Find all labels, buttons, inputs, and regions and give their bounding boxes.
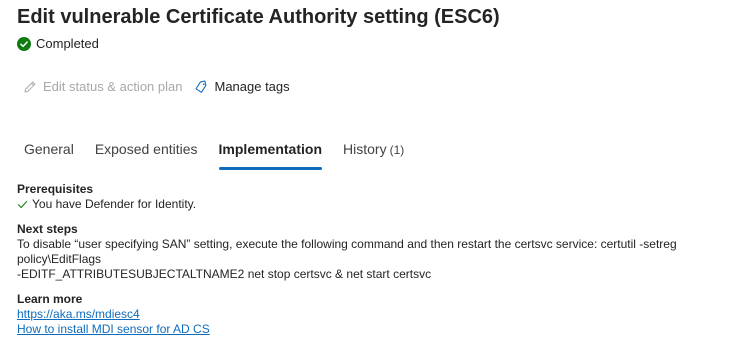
edit-status-button[interactable]: Edit status & action plan	[23, 79, 182, 94]
prerequisites-section: Prerequisites You have Defender for Iden…	[17, 182, 742, 212]
tag-icon	[195, 79, 207, 93]
tab-implementation[interactable]: Implementation	[218, 141, 323, 170]
learn-more-title: Learn more	[17, 292, 83, 306]
status-label: Completed	[36, 36, 99, 51]
tab-list: General Exposed entities Implementation …	[24, 141, 425, 170]
prerequisite-text: You have Defender for Identity.	[32, 197, 197, 211]
pencil-icon	[24, 81, 36, 92]
next-steps-line-1: To disable “user specifying SAN” setting…	[17, 237, 677, 266]
edit-status-label: Edit status & action plan	[43, 79, 183, 94]
tab-history[interactable]: History (1)	[343, 141, 404, 170]
next-steps-section: Next steps To disable “user specifying S…	[17, 222, 742, 282]
implementation-content: Prerequisites You have Defender for Iden…	[17, 182, 742, 347]
manage-tags-button[interactable]: Manage tags	[194, 79, 290, 94]
checkmark-icon	[17, 201, 28, 209]
tab-exposed-entities-label: Exposed entities	[94, 141, 198, 157]
learn-more-section: Learn more https://aka.ms/mdiesc4 How to…	[17, 292, 742, 337]
action-bar: Edit status & action plan Manage tags	[23, 79, 290, 94]
tab-general[interactable]: General	[24, 141, 74, 170]
next-steps-title: Next steps	[17, 222, 78, 236]
tab-exposed-entities[interactable]: Exposed entities	[95, 141, 198, 170]
prerequisite-item: You have Defender for Identity.	[17, 197, 742, 212]
page-title: Edit vulnerable Certificate Authority se…	[17, 6, 500, 28]
check-circle-icon	[17, 36, 31, 51]
manage-tags-label: Manage tags	[214, 79, 290, 94]
next-steps-line-2: -EDITF_ATTRIBUTESUBJECTALTNAME2 net stop…	[17, 267, 432, 281]
tab-history-count: (1)	[389, 143, 405, 157]
prerequisites-title: Prerequisites	[17, 182, 94, 196]
status-indicator: Completed	[17, 36, 99, 51]
tab-implementation-label: Implementation	[218, 141, 323, 157]
install-sensor-link[interactable]: How to install MDI sensor for AD CS	[17, 322, 210, 337]
aka-ms-link[interactable]: https://aka.ms/mdiesc4	[17, 307, 140, 322]
tab-history-label: History	[343, 141, 387, 157]
tab-general-label: General	[24, 141, 74, 157]
